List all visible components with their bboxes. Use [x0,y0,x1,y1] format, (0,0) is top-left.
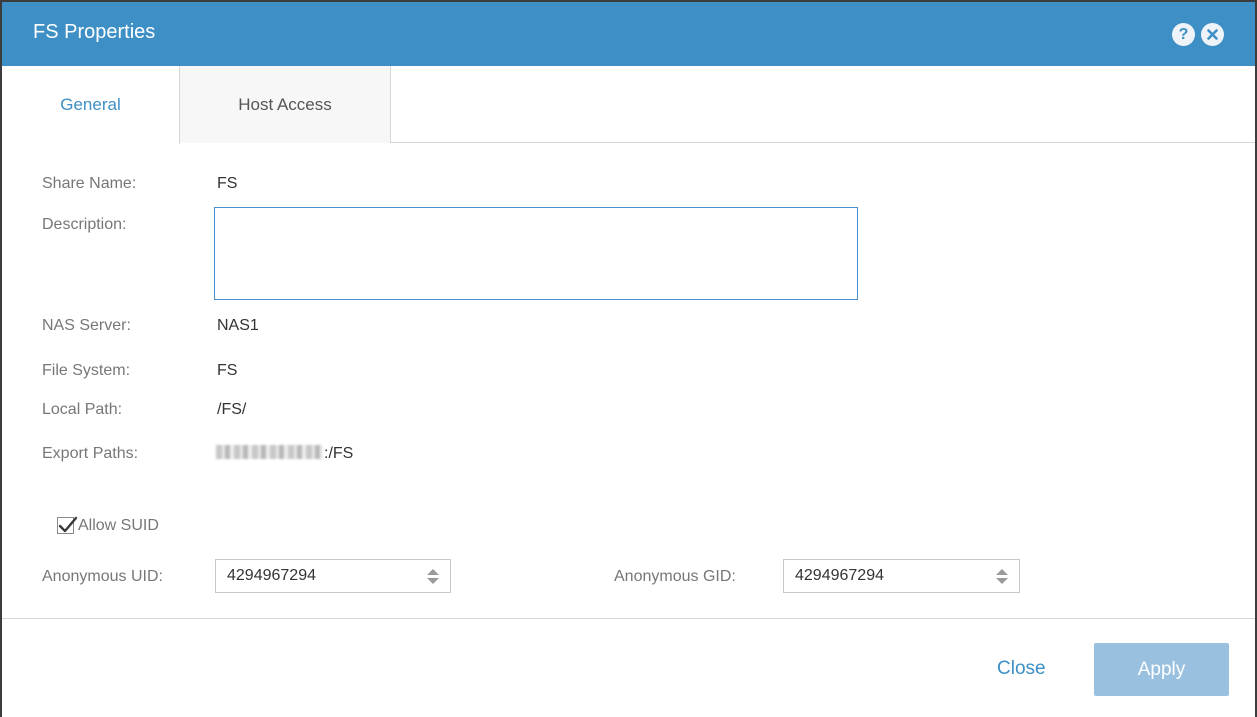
dialog-title: FS Properties [33,21,156,43]
anonymous-uid-input[interactable] [216,560,450,592]
tab-general[interactable]: General [2,66,180,144]
spin-down-icon[interactable] [427,578,439,584]
anonymous-uid-stepper[interactable] [215,559,451,593]
spin-up-icon[interactable] [427,569,439,575]
up-down-arrows-icon[interactable] [427,569,439,585]
anonymous-gid-stepper[interactable] [783,559,1020,593]
footer-divider [2,618,1255,619]
export-paths-value: :/FS [216,445,353,463]
description-input[interactable] [214,207,858,300]
tab-strip: General Host Access [2,66,1255,144]
apply-button[interactable]: Apply [1094,643,1229,696]
redacted-ip [216,445,323,459]
local-path-value: /FS/ [217,401,247,418]
anonymous-gid-input[interactable] [784,560,1019,592]
nas-server-value: NAS1 [217,317,259,334]
close-x-glyph [1207,29,1218,40]
up-down-arrows-icon[interactable] [996,569,1008,585]
description-label: Description: [42,216,127,233]
export-path-suffix: :/FS [324,445,354,462]
nas-server-label: NAS Server: [42,317,131,334]
help-icon[interactable]: ? [1172,23,1195,46]
tab-host-access[interactable]: Host Access [180,66,391,143]
anonymous-uid-label: Anonymous UID: [42,568,163,585]
anonymous-gid-label: Anonymous GID: [614,568,736,585]
dialog-titlebar: FS Properties ? [2,2,1255,66]
share-name-label: Share Name: [42,175,137,192]
file-system-value: FS [217,362,238,379]
close-button[interactable]: Close [997,658,1046,680]
export-paths-label: Export Paths: [42,445,139,462]
allow-suid-checkbox[interactable] [57,516,78,534]
fs-properties-dialog: FS Properties ? General Host Access Shar… [0,0,1257,717]
allow-suid-label: Allow SUID [78,517,159,534]
spin-up-icon[interactable] [996,569,1008,575]
local-path-label: Local Path: [42,401,123,418]
spin-down-icon[interactable] [996,578,1008,584]
file-system-label: File System: [42,362,131,379]
close-icon[interactable] [1201,23,1224,46]
checkmark-icon [58,516,78,533]
share-name-value: FS [217,175,238,192]
